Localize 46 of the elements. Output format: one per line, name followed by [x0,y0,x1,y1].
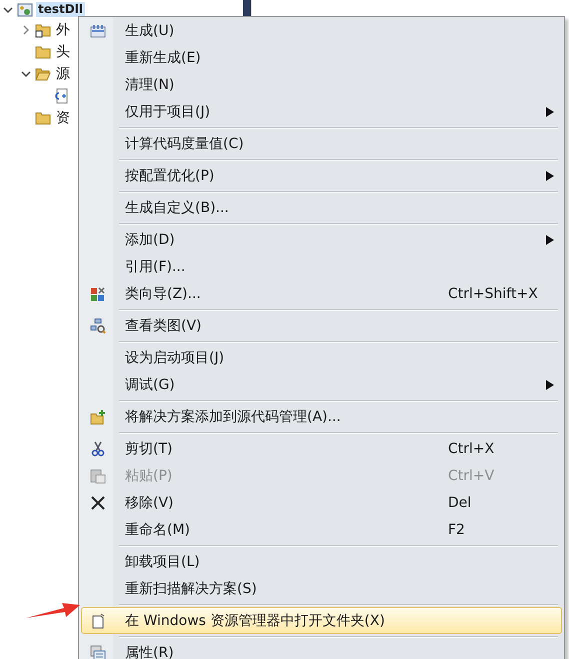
shortcut-text: F2 [448,522,466,538]
tree-item[interactable]: 外 [54,22,72,38]
shortcut-text: Ctrl+V [448,468,496,484]
tree-item[interactable]: 源 [54,66,72,82]
class-diagram-icon [90,318,106,334]
close-icon [90,494,106,510]
menu-item[interactable]: 计算代码度量值(C) [81,130,562,157]
folder-shortcut-icon [35,22,51,38]
folder-icon [35,110,51,126]
project-icon [17,2,33,18]
menu-item[interactable]: 类向导(Z)... Ctrl+Shift+X [81,280,562,307]
menu-item[interactable]: 清理(N) [81,71,562,98]
menu-item[interactable]: 生成自定义(B)... [81,194,562,221]
menu-item[interactable]: 重新扫描解决方案(S) [81,575,562,602]
menu-item[interactable]: 将解决方案添加到源代码管理(A)... [81,403,562,430]
folder-icon [35,44,51,60]
menu-item[interactable]: 查看类图(V) [81,312,562,339]
shortcut-text: Ctrl+Shift+X [448,286,539,302]
menu-item[interactable]: 引用(F)... [81,253,562,280]
menu-item[interactable]: 添加(D) [81,226,562,253]
menu-item[interactable]: 设为启动项目(J) [81,344,562,371]
menu-item[interactable]: 生成(U) [81,17,562,44]
menu-item[interactable]: 属性(R) [81,639,562,659]
menu-item[interactable]: 移除(V) Del [81,489,562,516]
menu-item[interactable]: 卸载项目(L) [81,548,562,575]
folder-add-icon [90,408,106,424]
tree-item[interactable]: 头 [54,44,72,60]
menu-item[interactable]: 重命名(M) F2 [81,516,562,543]
paste-icon [90,468,106,484]
project-name[interactable]: testDll [36,2,85,17]
open-folder-icon [35,66,51,82]
cpp-file-icon [53,88,69,104]
menu-item[interactable]: 按配置优化(P) [81,162,562,189]
menu-item[interactable]: 重新生成(E) [81,44,562,71]
tree-item[interactable]: 资 [54,110,72,126]
file-icon [90,612,106,628]
menu-item[interactable]: 仅用于项目(J) [81,98,562,125]
shortcut-text: Del [448,494,472,510]
wizard-icon [90,286,106,302]
build-icon [90,22,106,38]
menu-item[interactable]: 在 Windows 资源管理器中打开文件夹(X) [81,607,562,634]
menu-item[interactable]: 剪切(T) Ctrl+X [81,435,562,462]
properties-icon [90,644,106,659]
menu-item[interactable]: 调试(G) [81,371,562,398]
shortcut-text: Ctrl+X [448,440,496,456]
scissors-icon [90,440,106,456]
